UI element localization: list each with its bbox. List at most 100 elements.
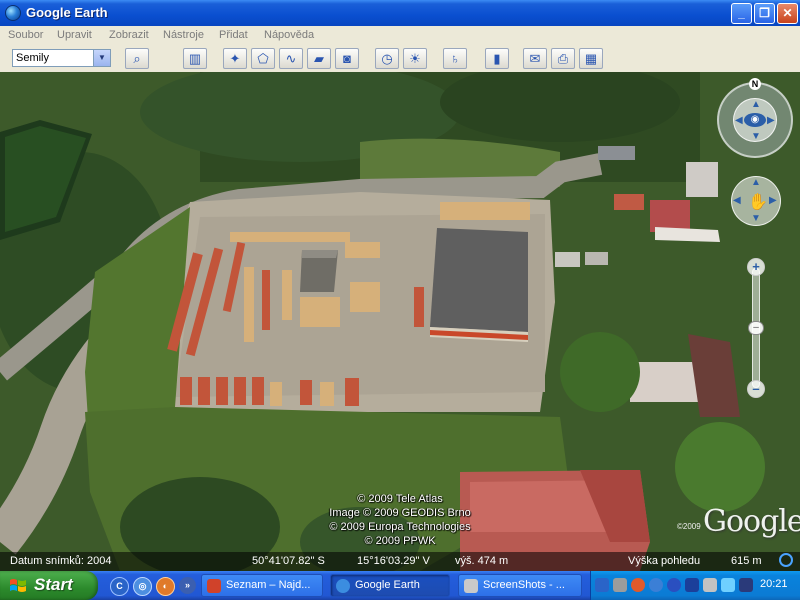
chevron-down-icon[interactable]: ▼ <box>93 50 110 66</box>
map-view[interactable]: © 2009 Tele Atlas Image © 2009 GEODIS Br… <box>0 72 800 571</box>
menu-add[interactable]: Přidat <box>219 29 248 41</box>
tray-app-icon[interactable] <box>631 578 645 592</box>
menu-view[interactable]: Zobrazit <box>109 29 149 41</box>
window-title: Google Earth <box>26 5 108 20</box>
hand-icon: ✋ <box>748 194 768 211</box>
copyright-line: © 2009 PPWK <box>364 535 436 547</box>
elevation-readout: výš. 474 m <box>455 555 509 567</box>
taskbar-item-screenshots[interactable]: ScreenShots - ... <box>458 574 582 597</box>
menu-edit[interactable]: Upravit <box>57 29 92 41</box>
tray-camera-icon[interactable] <box>613 578 627 592</box>
arrow-right-icon[interactable]: ▶ <box>767 115 775 126</box>
sidebar-toggle-button[interactable]: ▥ <box>183 48 207 69</box>
latitude-readout: 50°41'07.82" S <box>252 555 325 567</box>
envelope-icon: ✉ <box>529 51 541 66</box>
pan-up-icon[interactable]: ▲ <box>751 177 761 188</box>
menu-file[interactable]: Soubor <box>8 29 43 41</box>
longitude-readout: 15°16'03.29" V <box>357 555 430 567</box>
search-dropdown-value: Semily <box>16 52 50 64</box>
magnifier-icon: ⌕ <box>133 51 141 66</box>
tray-c-icon[interactable] <box>649 578 663 592</box>
streaming-indicator-icon <box>779 553 793 567</box>
tray-c2-icon[interactable] <box>667 578 681 592</box>
view-in-maps-button[interactable]: ▦ <box>579 48 603 69</box>
email-button[interactable]: ✉ <box>523 48 547 69</box>
pan-left-icon[interactable]: ◀ <box>733 195 741 206</box>
switch-planet-button[interactable]: ♄ <box>443 48 467 69</box>
copyright-line: Image © 2009 GEODIS Brno <box>329 507 471 519</box>
bluetooth-icon[interactable] <box>685 578 699 592</box>
start-button[interactable]: Start <box>0 571 98 600</box>
printer-icon: ⎙ <box>557 51 569 66</box>
quicklaunch-more-icon[interactable]: » <box>179 577 196 594</box>
zoom-in-button[interactable]: + <box>747 258 765 276</box>
logo-year: ©2009 <box>677 522 701 531</box>
arrow-left-icon[interactable]: ◀ <box>735 115 743 126</box>
imagery-copyright: © 2009 Tele Atlas Image © 2009 GEODIS Br… <box>300 492 500 548</box>
imagery-date: Datum snímků: 2004 <box>10 555 112 567</box>
maximize-button[interactable]: ❐ <box>754 3 775 24</box>
sun-icon: ☀ <box>409 51 421 66</box>
arrow-down-icon[interactable]: ▼ <box>751 131 761 142</box>
menu-bar: Soubor Upravit Zobrazit Nástroje Přidat … <box>0 26 800 46</box>
taskbar-item-label: Google Earth <box>355 579 420 591</box>
ruler-icon: ▮ <box>493 51 501 66</box>
title-bar: Google Earth _ ❐ ✕ <box>0 0 800 26</box>
planet-icon: ♄ <box>450 51 460 66</box>
pan-right-icon[interactable]: ▶ <box>769 195 777 206</box>
pushpin-icon: ✦ <box>229 51 241 66</box>
sunlight-button[interactable]: ☀ <box>403 48 427 69</box>
camera-icon: ◙ <box>343 51 351 66</box>
eye-icon: ◉ <box>744 113 766 127</box>
add-path-button[interactable]: ∿ <box>279 48 303 69</box>
map-icon: ▦ <box>584 51 598 66</box>
close-button[interactable]: ✕ <box>777 3 798 24</box>
minimize-button[interactable]: _ <box>731 3 752 24</box>
windows-logo-icon <box>10 579 26 592</box>
quicklaunch-browser-icon[interactable]: C <box>110 577 129 596</box>
eye-altitude-value: 615 m <box>731 555 762 567</box>
network-icon[interactable] <box>721 578 735 592</box>
add-placemark-button[interactable]: ✦ <box>223 48 247 69</box>
menu-tools[interactable]: Nástroje <box>163 29 204 41</box>
taskbar-item-seznam[interactable]: Seznam – Najd... <box>201 574 323 597</box>
seznam-icon <box>207 579 221 593</box>
copyright-line: © 2009 Tele Atlas <box>357 493 443 505</box>
start-label: Start <box>34 575 73 594</box>
map-status-bar: Datum snímků: 2004 50°41'07.82" S 15°16'… <box>0 552 800 571</box>
zoom-slider-knob[interactable]: – <box>748 321 764 335</box>
google-earth-icon <box>336 579 350 593</box>
clock: 20:21 <box>760 578 788 590</box>
panel-icon: ▥ <box>188 51 202 66</box>
search-button[interactable]: ⌕ <box>125 48 149 69</box>
taskbar-item-google-earth[interactable]: Google Earth <box>330 574 450 597</box>
quicklaunch-app-icon[interactable]: ◎ <box>133 577 152 596</box>
tray-printer-icon[interactable] <box>703 578 717 592</box>
camera-icon <box>464 579 478 593</box>
record-tour-button[interactable]: ◙ <box>335 48 359 69</box>
print-button[interactable]: ⎙ <box>551 48 575 69</box>
add-polygon-button[interactable]: ⬠ <box>251 48 275 69</box>
taskbar: Start C ◎ ◐ » Seznam – Najd... Google Ea… <box>0 571 800 600</box>
menu-help[interactable]: Nápověda <box>264 29 314 41</box>
tray-arrow-icon[interactable] <box>595 578 609 592</box>
quicklaunch-firefox-icon[interactable]: ◐ <box>156 577 175 596</box>
toolbar: Semily ▼ ⌕ ▥ ✦ ⬠ ∿ ▰ ◙ ◷ ☀ ♄ ▮ ✉ ⎙ ▦ <box>0 45 800 73</box>
path-icon: ∿ <box>285 51 297 66</box>
google-earth-icon <box>5 5 21 21</box>
google-logo: Google <box>703 504 800 539</box>
volume-icon[interactable] <box>739 578 753 592</box>
pan-down-icon[interactable]: ▼ <box>751 213 761 224</box>
arrow-up-icon[interactable]: ▲ <box>751 99 761 110</box>
add-image-overlay-button[interactable]: ▰ <box>307 48 331 69</box>
clock-icon: ◷ <box>381 51 393 66</box>
historical-imagery-button[interactable]: ◷ <box>375 48 399 69</box>
overlay-icon: ▰ <box>314 51 324 66</box>
zoom-out-button[interactable]: – <box>747 380 765 398</box>
taskbar-item-label: Seznam – Najd... <box>226 579 311 591</box>
ruler-button[interactable]: ▮ <box>485 48 509 69</box>
eye-altitude-label: Výška pohledu <box>628 555 701 567</box>
polygon-icon: ⬠ <box>257 51 269 66</box>
search-dropdown[interactable]: Semily ▼ <box>12 49 111 67</box>
north-indicator[interactable]: N <box>749 78 761 90</box>
